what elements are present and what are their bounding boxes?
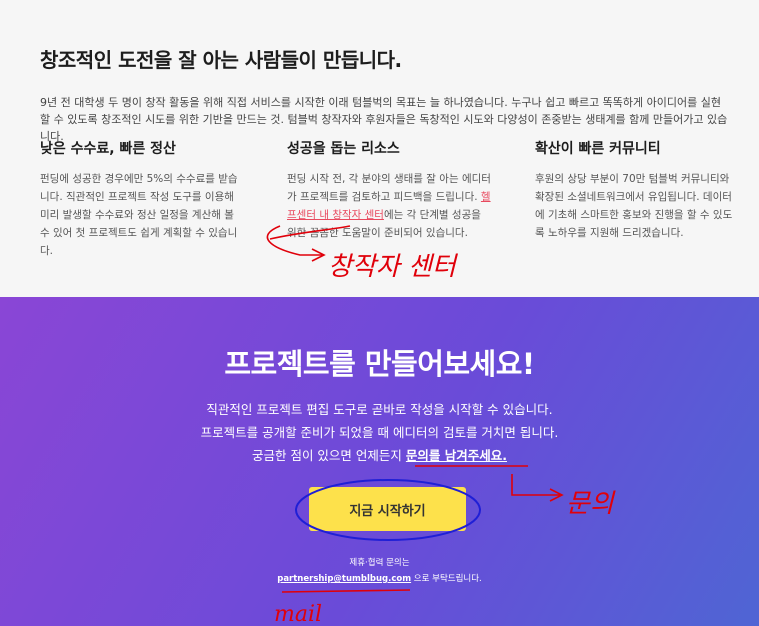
- hero-line-3-prefix: 궁금한 점이 있으면 언제든지: [251, 448, 406, 463]
- feature-resources: 성공을 돕는 리소스 펀딩 시작 전, 각 분야의 생태를 잘 아는 에디터가 …: [287, 138, 492, 242]
- feature-text: 펀딩 시작 전, 각 분야의 생태를 잘 아는 에디터가 프로젝트를 검토하고 …: [287, 170, 492, 242]
- feature-community: 확산이 빠른 커뮤니티 후원의 상당 부분이 70만 텀블벅 커뮤니티와 확장된…: [535, 138, 740, 242]
- feature-text: 펀딩에 성공한 경우에만 5%의 수수료를 받습니다. 직관적인 프로젝트 작성…: [40, 173, 238, 257]
- hero-line-2: 프로젝트를 공개할 준비가 되었을 때 에디터의 검토를 거치면 됩니다.: [200, 425, 559, 440]
- feature-heading: 성공을 돕는 리소스: [287, 141, 400, 157]
- partner-email-link[interactable]: partnership@tumblbug.com: [277, 574, 411, 584]
- feature-low-fee: 낮은 수수료, 빠른 정산 펀딩에 성공한 경우에만 5%의 수수료를 받습니다…: [40, 138, 245, 260]
- feature-text-before: 펀딩 시작 전, 각 분야의 생태를 잘 아는 에디터가 프로젝트를 검토하고 …: [287, 173, 491, 203]
- create-project-section: 프로젝트를 만들어보세요! 직관적인 프로젝트 편집 도구로 곧바로 작성을 시…: [0, 297, 759, 626]
- inquiry-link[interactable]: 문의를 남겨주세요.: [406, 448, 507, 463]
- about-section: 창조적인 도전을 잘 아는 사람들이 만듭니다. 9년 전 대학생 두 명이 창…: [0, 0, 759, 297]
- start-now-button[interactable]: 지금 시작하기: [309, 487, 466, 531]
- about-title: 창조적인 도전을 잘 아는 사람들이 만듭니다.: [40, 48, 402, 72]
- hero-line-1: 직관적인 프로젝트 편집 도구로 곧바로 작성을 시작할 수 있습니다.: [206, 402, 553, 417]
- feature-heading: 확산이 빠른 커뮤니티: [535, 141, 661, 157]
- partner-line: partnership@tumblbug.com 으로 부탁드립니다.: [0, 572, 759, 584]
- feature-text: 후원의 상당 부분이 70만 텀블벅 커뮤니티와 확장된 소셜네트워크에서 유입…: [535, 173, 733, 239]
- feature-heading: 낮은 수수료, 빠른 정산: [40, 141, 176, 157]
- partner-label: 제휴·협력 문의는: [349, 558, 410, 568]
- hero-description: 직관적인 프로젝트 편집 도구로 곧바로 작성을 시작할 수 있습니다. 프로젝…: [0, 398, 759, 467]
- partner-suffix: 으로 부탁드립니다.: [411, 574, 482, 584]
- hero-line-3: 궁금한 점이 있으면 언제든지 문의를 남겨주세요.: [0, 444, 759, 467]
- hero-title: 프로젝트를 만들어보세요!: [224, 347, 535, 381]
